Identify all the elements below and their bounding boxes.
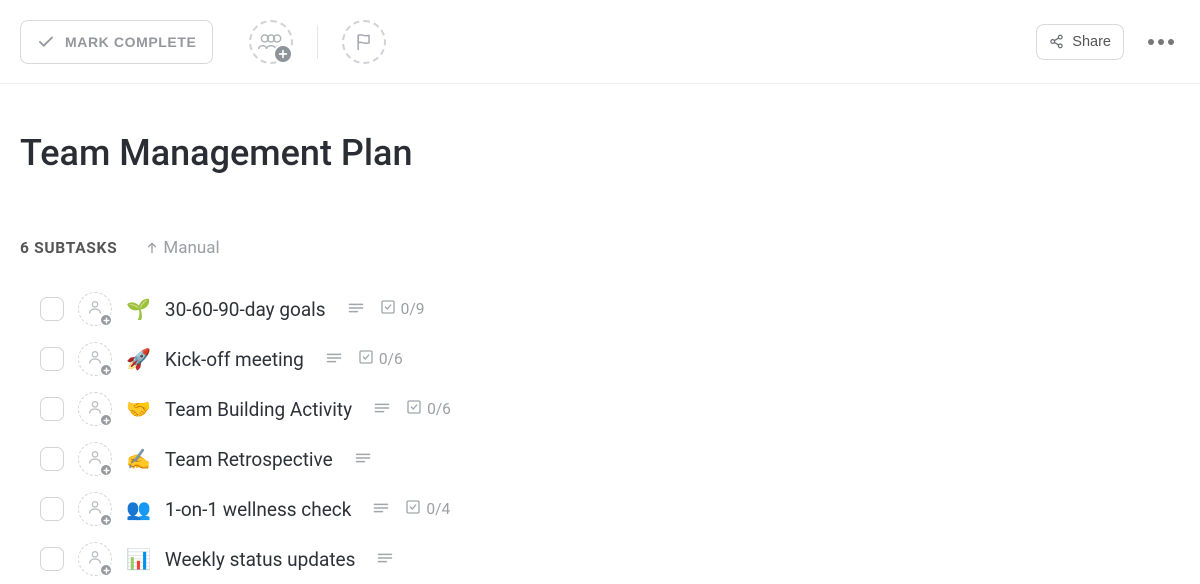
topbar: MARK COMPLETE Share xyxy=(0,0,1200,84)
plus-icon xyxy=(99,463,113,477)
plus-icon xyxy=(99,563,113,577)
task-name[interactable]: Kick-off meeting xyxy=(165,348,304,371)
content-area: Team Management Plan 6 SUBTASKS Manual 🌱… xyxy=(0,132,1200,584)
description-icon[interactable] xyxy=(326,350,342,369)
assignee-button[interactable] xyxy=(78,392,112,426)
assignee-button[interactable] xyxy=(78,492,112,526)
page-title[interactable]: Team Management Plan xyxy=(20,132,1180,174)
subtasks-header: 6 SUBTASKS Manual xyxy=(20,238,1180,258)
flag-icon xyxy=(354,32,374,52)
add-people-button[interactable] xyxy=(249,20,293,64)
description-icon[interactable] xyxy=(355,450,371,469)
share-button[interactable]: Share xyxy=(1036,24,1124,60)
plus-icon xyxy=(273,44,293,64)
checklist-icon xyxy=(406,399,422,419)
checklist-badge[interactable]: 0/6 xyxy=(358,349,403,369)
assignee-button[interactable] xyxy=(78,542,112,576)
checklist-count: 0/6 xyxy=(427,400,451,418)
assignee-button[interactable] xyxy=(78,292,112,326)
task-emoji: 🌱 xyxy=(126,297,151,321)
checklist-badge[interactable]: 0/6 xyxy=(406,399,451,419)
share-label: Share xyxy=(1072,34,1111,50)
task-status-checkbox[interactable] xyxy=(40,497,64,521)
description-icon[interactable] xyxy=(374,400,390,419)
task-status-checkbox[interactable] xyxy=(40,447,64,471)
task-row: 🌱 30-60-90-day goals 0/9 xyxy=(40,284,1180,334)
task-name[interactable]: Team Building Activity xyxy=(165,398,352,421)
mark-complete-label: MARK COMPLETE xyxy=(65,34,196,50)
set-priority-button[interactable] xyxy=(342,20,386,64)
plus-icon xyxy=(99,363,113,377)
checklist-icon xyxy=(405,499,421,519)
task-status-checkbox[interactable] xyxy=(40,347,64,371)
plus-icon xyxy=(99,413,113,427)
task-name[interactable]: Team Retrospective xyxy=(165,448,333,471)
task-status-checkbox[interactable] xyxy=(40,397,64,421)
task-name[interactable]: Weekly status updates xyxy=(165,548,356,571)
plus-icon xyxy=(99,513,113,527)
check-icon xyxy=(37,33,55,51)
task-row: 🚀 Kick-off meeting 0/6 xyxy=(40,334,1180,384)
mark-complete-button[interactable]: MARK COMPLETE xyxy=(20,20,213,64)
description-icon[interactable] xyxy=(373,500,389,519)
checklist-icon xyxy=(358,349,374,369)
sort-label: Manual xyxy=(163,238,219,258)
task-emoji: 🚀 xyxy=(126,347,151,371)
task-row: ✍️ Team Retrospective xyxy=(40,434,1180,484)
arrow-up-icon xyxy=(145,241,159,255)
task-status-checkbox[interactable] xyxy=(40,297,64,321)
checklist-icon xyxy=(380,299,396,319)
more-options-button[interactable] xyxy=(1142,33,1180,51)
task-list: 🌱 30-60-90-day goals 0/9 🚀 Kick-off meeting 0… xyxy=(20,284,1180,584)
divider xyxy=(317,25,318,59)
task-emoji: 🤝 xyxy=(126,397,151,421)
task-name[interactable]: 30-60-90-day goals xyxy=(165,298,326,321)
task-emoji: ✍️ xyxy=(126,447,151,471)
task-row: 👥 1-on-1 wellness check 0/4 xyxy=(40,484,1180,534)
subtasks-count: 6 SUBTASKS xyxy=(20,239,117,257)
task-emoji: 👥 xyxy=(126,497,151,521)
checklist-count: 0/4 xyxy=(426,500,450,518)
share-icon xyxy=(1049,34,1064,49)
checklist-count: 0/6 xyxy=(379,350,403,368)
task-name[interactable]: 1-on-1 wellness check xyxy=(165,498,351,521)
task-row: 📊 Weekly status updates xyxy=(40,534,1180,584)
checklist-badge[interactable]: 0/9 xyxy=(380,299,425,319)
assignee-button[interactable] xyxy=(78,442,112,476)
checklist-badge[interactable]: 0/4 xyxy=(405,499,450,519)
description-icon[interactable] xyxy=(348,300,364,319)
plus-icon xyxy=(99,313,113,327)
task-emoji: 📊 xyxy=(126,547,151,571)
task-status-checkbox[interactable] xyxy=(40,547,64,571)
checklist-count: 0/9 xyxy=(401,300,425,318)
task-row: 🤝 Team Building Activity 0/6 xyxy=(40,384,1180,434)
description-icon[interactable] xyxy=(377,550,393,569)
assignee-button[interactable] xyxy=(78,342,112,376)
sort-button[interactable]: Manual xyxy=(145,238,219,258)
